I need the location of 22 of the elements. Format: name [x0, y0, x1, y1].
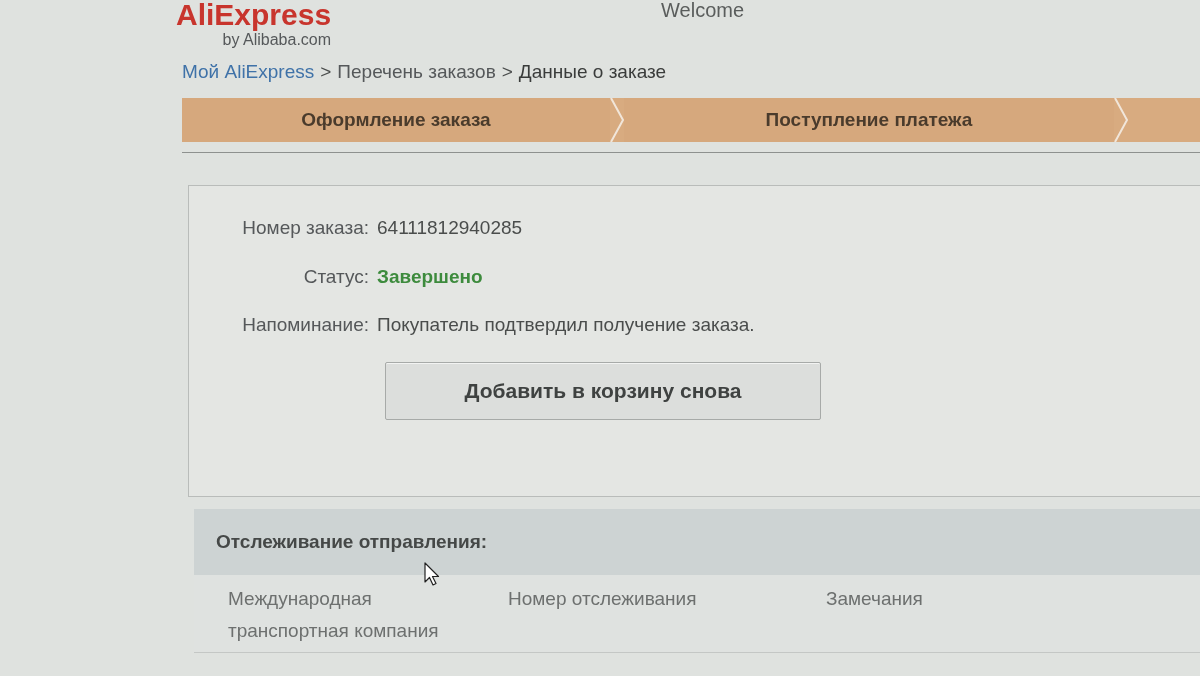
breadcrumb-separator: > [320, 59, 332, 84]
field-value: 64111812940285 [377, 217, 523, 238]
breadcrumb-separator: > [501, 59, 513, 84]
logo[interactable]: AliExpress [176, 0, 332, 30]
breadcrumb-link[interactable]: Мой AliExpress [182, 57, 315, 87]
column-header: Международная транспортная компания [228, 587, 440, 643]
chevron-icon [610, 98, 624, 142]
status-value: Завершено [377, 265, 483, 287]
field-label: Напоминание: [242, 313, 369, 337]
column-header: Номер отслеживания [508, 587, 698, 611]
field-label: Номер заказа: [242, 216, 369, 240]
field-value: Покупатель подтвердил получение заказа. [377, 314, 755, 335]
welcome-text: Welcome [661, 0, 745, 20]
field-label: Статус: [303, 264, 369, 289]
logo-tagline: by Alibaba.com [222, 31, 332, 50]
column-header: Замечания [826, 587, 924, 611]
breadcrumb-item: Данные о заказе [518, 59, 667, 84]
tracking-title: Отслеживание отправления: [216, 529, 488, 554]
add-to-cart-again-button[interactable]: Добавить в корзину снова [385, 361, 821, 420]
mouse-pointer-icon [424, 562, 440, 586]
breadcrumb-item[interactable]: Перечень заказов [337, 57, 496, 87]
chevron-icon [1114, 98, 1128, 142]
